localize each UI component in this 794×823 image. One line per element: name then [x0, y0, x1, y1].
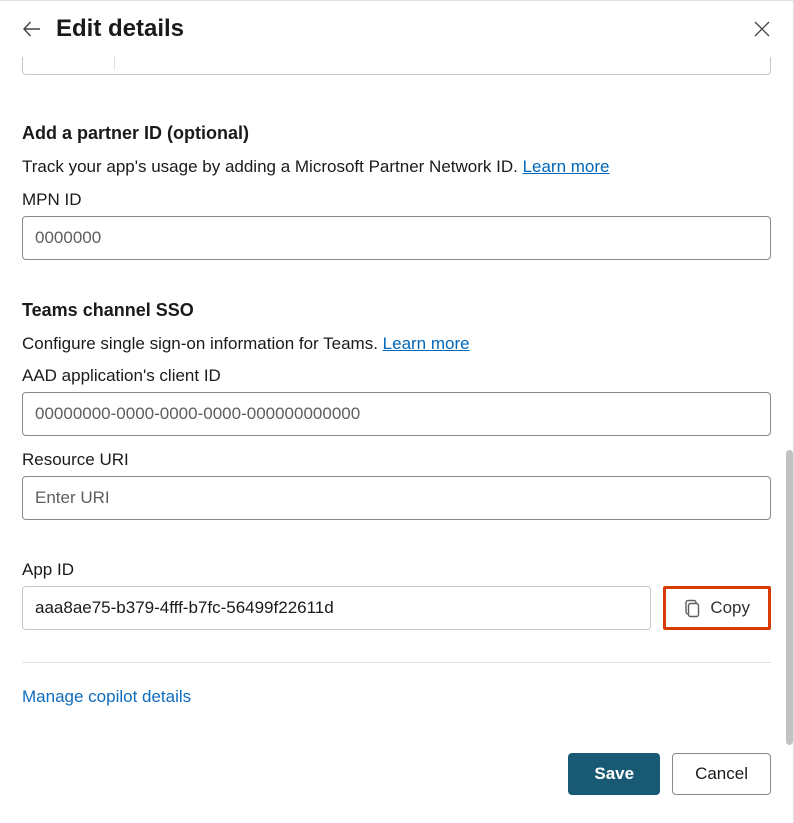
- panel-content: Add a partner ID (optional) Track your a…: [0, 57, 793, 735]
- partner-learn-more-link[interactable]: Learn more: [523, 157, 610, 176]
- copy-button[interactable]: Copy: [663, 586, 771, 630]
- divider: [22, 662, 771, 663]
- aad-client-id-input[interactable]: [22, 392, 771, 436]
- aad-client-id-label: AAD application's client ID: [22, 366, 771, 386]
- app-id-value: aaa8ae75-b379-4fff-b7fc-56499f22611d: [22, 586, 651, 630]
- save-button[interactable]: Save: [568, 753, 660, 795]
- copy-icon: [684, 599, 701, 618]
- teams-sso-section: Teams channel SSO Configure single sign-…: [22, 300, 771, 521]
- sso-description: Configure single sign-on information for…: [22, 331, 771, 357]
- sso-heading: Teams channel SSO: [22, 300, 771, 321]
- close-icon[interactable]: [753, 20, 771, 38]
- scrollbar-thumb[interactable]: [786, 450, 793, 745]
- mpn-id-input[interactable]: [22, 216, 771, 260]
- sso-learn-more-link[interactable]: Learn more: [383, 334, 470, 353]
- cutoff-previous-field: [22, 57, 771, 75]
- app-id-label: App ID: [22, 560, 771, 580]
- panel-title: Edit details: [56, 15, 739, 43]
- panel-footer: Save Cancel: [0, 735, 793, 823]
- back-arrow-icon[interactable]: [22, 19, 42, 39]
- partner-id-description: Track your app's usage by adding a Micro…: [22, 154, 771, 180]
- partner-id-section: Add a partner ID (optional) Track your a…: [22, 123, 771, 260]
- mpn-id-label: MPN ID: [22, 190, 771, 210]
- copy-button-label: Copy: [710, 598, 750, 618]
- app-id-section: App ID aaa8ae75-b379-4fff-b7fc-56499f226…: [22, 560, 771, 630]
- panel-header: Edit details: [0, 1, 793, 57]
- cancel-button[interactable]: Cancel: [672, 753, 771, 795]
- partner-id-heading: Add a partner ID (optional): [22, 123, 771, 144]
- resource-uri-input[interactable]: [22, 476, 771, 520]
- manage-copilot-details-link[interactable]: Manage copilot details: [22, 687, 191, 707]
- resource-uri-label: Resource URI: [22, 450, 771, 470]
